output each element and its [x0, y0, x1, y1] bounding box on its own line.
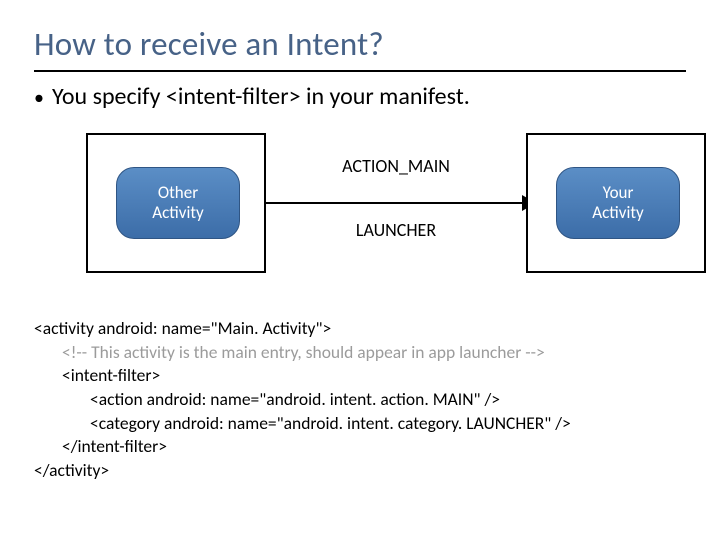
your-activity-label: Your Activity	[592, 183, 643, 222]
page-title: How to receive an Intent?	[34, 24, 686, 64]
bullet-dot-icon: •	[34, 88, 44, 108]
diagram: Other Activity ACTION_MAIN LAUNCHER Your…	[34, 133, 686, 293]
code-line: <action android: name="android. intent. …	[34, 388, 686, 412]
bullet-text: You specify <intent-filter> in your mani…	[52, 82, 470, 111]
code-line: <intent-filter>	[34, 364, 686, 388]
other-activity-container: Other Activity	[86, 133, 266, 273]
arrow-label-top: ACTION_MAIN	[266, 155, 526, 177]
code-line: <activity android: name="Main. Activity"…	[34, 317, 686, 341]
code-line: </activity>	[34, 459, 686, 483]
other-activity-label: Other Activity	[152, 183, 203, 222]
bullet-item: • You specify <intent-filter> in your ma…	[34, 82, 686, 111]
code-line-comment: <!-- This activity is the main entry, sh…	[34, 341, 686, 365]
code-line: </intent-filter>	[34, 435, 686, 459]
title-underline	[34, 70, 686, 72]
other-activity-box: Other Activity	[116, 167, 240, 239]
arrow-label-bottom: LAUNCHER	[266, 219, 526, 241]
code-line: <category android: name="android. intent…	[34, 412, 686, 436]
your-activity-container: Your Activity	[526, 133, 706, 273]
arrow-line	[266, 202, 526, 204]
slide: How to receive an Intent? • You specify …	[0, 0, 720, 540]
your-activity-box: Your Activity	[556, 167, 680, 239]
code-block: <activity android: name="Main. Activity"…	[34, 317, 686, 482]
